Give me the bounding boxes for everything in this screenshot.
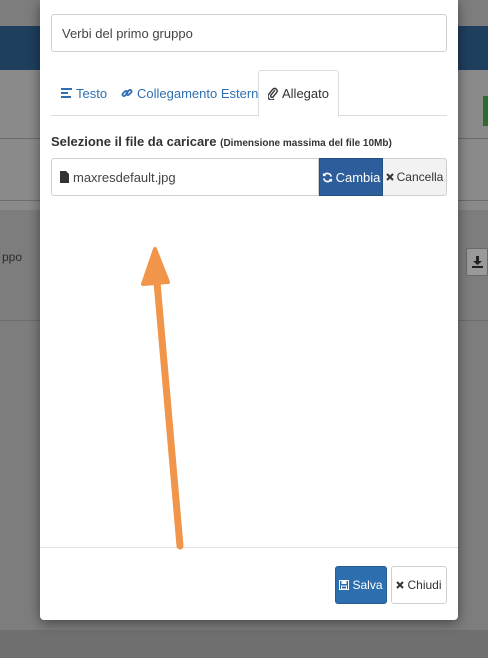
save-label: Salva (352, 578, 383, 592)
file-upload-label-text: Selezione il file da caricare (51, 134, 217, 149)
tab-allegato-label: Allegato (282, 86, 329, 101)
background-row-text: ppo (2, 250, 23, 264)
tab-collegamento-label: Collegamento Esterno (137, 85, 266, 101)
change-file-label: Cambia (335, 169, 381, 185)
file-icon (60, 171, 69, 183)
file-upload-label: Selezione il file da caricare (Dimension… (51, 134, 392, 149)
close-icon (396, 581, 405, 589)
link-icon (121, 87, 133, 99)
save-button[interactable]: Salva (335, 566, 387, 604)
paperclip-icon (268, 87, 278, 100)
align-left-icon (61, 88, 72, 98)
background-green-button (483, 96, 488, 126)
save-icon (339, 580, 350, 590)
tab-allegato[interactable]: Allegato (258, 70, 339, 117)
tab-collegamento-esterno[interactable]: Collegamento Esterno (121, 70, 266, 116)
tab-testo[interactable]: Testo (61, 70, 107, 116)
attachment-modal: Verbi del primo gruppo Testo Collegament… (40, 0, 458, 620)
refresh-icon (322, 172, 333, 183)
background-bottom-strip (0, 630, 488, 658)
cancel-file-label: Cancella (396, 170, 444, 184)
file-name-value: maxresdefault.jpg (73, 169, 176, 185)
close-icon (385, 173, 394, 181)
file-name-field[interactable]: maxresdefault.jpg (51, 158, 319, 196)
download-icon (471, 256, 483, 268)
title-input[interactable]: Verbi del primo gruppo (51, 14, 447, 52)
background-download-button[interactable] (466, 248, 488, 276)
tab-testo-label: Testo (76, 85, 108, 101)
tab-bar: Testo Collegamento Esterno Allegato (51, 70, 447, 117)
file-input-group: maxresdefault.jpg Cambia Cancella (51, 158, 447, 196)
modal-footer-divider (40, 547, 458, 548)
change-file-button[interactable]: Cambia (319, 158, 383, 196)
file-size-hint: (Dimensione massima del file 10Mb) (220, 138, 392, 149)
close-label: Chiudi (407, 578, 442, 592)
close-button[interactable]: Chiudi (391, 566, 447, 604)
cancel-file-button[interactable]: Cancella (383, 158, 447, 196)
